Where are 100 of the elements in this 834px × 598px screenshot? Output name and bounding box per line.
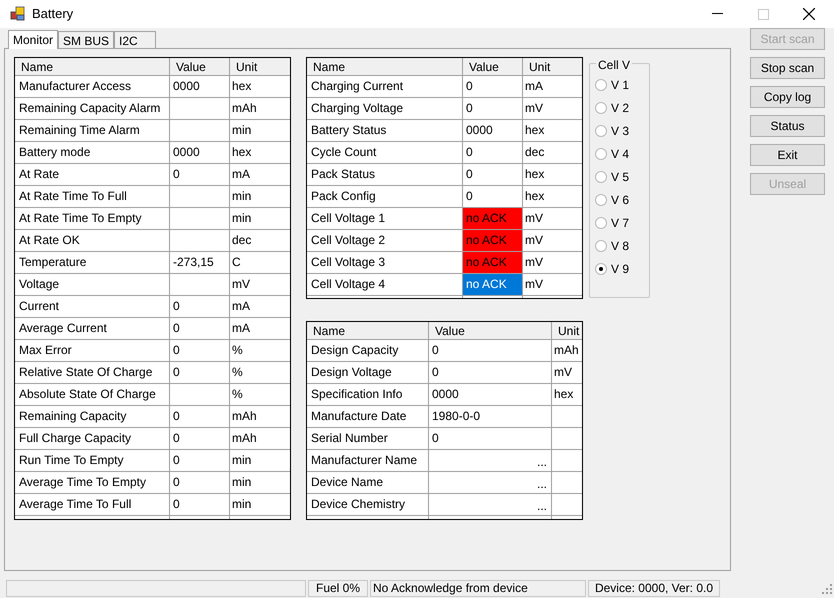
action-button[interactable]: Stop scan <box>750 57 825 79</box>
radio-option[interactable]: V 1 <box>595 78 649 92</box>
radio-option[interactable]: V 4 <box>595 147 649 161</box>
radio-button[interactable] <box>595 194 607 206</box>
unit-cell: % <box>232 365 243 379</box>
name-cell: At Rate Time To Full <box>19 189 127 203</box>
name-cell: Relative State Of Charge <box>19 365 152 379</box>
column-header: Value <box>169 58 229 76</box>
name-cell: Design Capacity <box>311 343 398 357</box>
unit-cell: mV <box>525 211 543 225</box>
more-button[interactable]: ... <box>536 472 551 496</box>
radio-option[interactable]: V 9 <box>595 262 649 276</box>
unit-cell: min <box>232 497 252 511</box>
unit-cell: mA <box>232 167 250 181</box>
unit-cell: mAh <box>554 343 579 357</box>
name-cell: At Rate OK <box>19 233 80 247</box>
status-field: No Acknowledge from device <box>370 580 586 597</box>
name-cell: Voltage <box>19 277 60 291</box>
unit-cell: C <box>232 255 241 269</box>
tab[interactable]: Monitor <box>8 30 58 49</box>
unit-cell: hex <box>525 167 544 181</box>
action-button[interactable]: Copy log <box>750 86 825 108</box>
name-cell: Cell Voltage 1 <box>311 211 386 225</box>
radio-button[interactable] <box>595 125 607 137</box>
name-cell: Cell Voltage 2 <box>311 233 386 247</box>
value-cell-text: 0 <box>172 320 181 337</box>
unit-cell: mAh <box>232 409 257 423</box>
name-cell: Remaining Capacity Alarm <box>19 101 160 115</box>
action-button[interactable]: Status <box>750 115 825 137</box>
unit-cell: min <box>232 453 252 467</box>
name-cell: Current <box>19 299 60 313</box>
value-cell-text: -273,15 <box>172 254 215 271</box>
status-field: Fuel 0% <box>308 580 368 597</box>
column-header: Name <box>20 59 54 76</box>
radio-button[interactable] <box>595 171 607 183</box>
unit-cell: mV <box>525 101 543 115</box>
value-cell-text: 0000 <box>172 144 201 161</box>
unit-cell: mV <box>554 365 572 379</box>
radio-button[interactable] <box>595 263 607 275</box>
value-cell-text: 0 <box>172 430 181 447</box>
radio-button[interactable] <box>595 217 607 229</box>
value-cell: no ACK <box>463 208 522 229</box>
name-cell: Cell Voltage 4 <box>311 277 386 291</box>
more-button[interactable]: ... <box>536 450 551 474</box>
action-button[interactable]: Exit <box>750 144 825 166</box>
name-cell: At Rate <box>19 167 60 181</box>
name-cell: Device Chemistry <box>311 497 406 511</box>
value-cell-text: 0 <box>465 188 474 205</box>
name-cell: Pack Config <box>311 189 376 203</box>
column-header: Unit <box>229 58 290 76</box>
radio-button[interactable] <box>595 148 607 160</box>
radio-button[interactable] <box>595 102 607 114</box>
unit-cell: min <box>232 211 252 225</box>
column-header: Name <box>312 323 346 340</box>
name-cell: Manufacturer Access <box>19 79 132 93</box>
radio-option[interactable]: V 7 <box>595 216 649 230</box>
name-cell: Specification Info <box>311 387 402 401</box>
unit-cell: mV <box>232 277 250 291</box>
radio-button[interactable] <box>595 240 607 252</box>
unit-cell: min <box>232 475 252 489</box>
radio-option[interactable]: V 5 <box>595 170 649 184</box>
radio-option[interactable]: V 8 <box>595 239 649 253</box>
unit-cell: dec <box>525 145 544 159</box>
value-cell-text: 0 <box>172 364 181 381</box>
radio-option[interactable]: V 6 <box>595 193 649 207</box>
name-cell: Manufacturer Name <box>311 453 418 467</box>
value-cell-text: 0 <box>431 342 440 359</box>
unit-cell: mAh <box>232 101 257 115</box>
value-cell-text: 0 <box>465 166 474 183</box>
name-cell: Absolute State Of Charge <box>19 387 156 401</box>
value-cell-text: 0 <box>172 408 181 425</box>
name-cell: Run Time To Empty <box>19 453 124 467</box>
unit-cell: mV <box>525 277 543 291</box>
name-cell: Cell Voltage 3 <box>311 255 386 269</box>
value-cell-text: 0 <box>431 364 440 381</box>
value-cell-text: 1980-0-0 <box>431 408 482 425</box>
column-header: Unit <box>551 322 582 340</box>
name-cell: Device Name <box>311 475 384 489</box>
name-cell: Manufacture Date <box>311 409 406 423</box>
tab[interactable]: I2C <box>114 31 156 48</box>
name-cell: At Rate Time To Empty <box>19 211 142 225</box>
value-cell-text: 0 <box>431 430 440 447</box>
unit-cell: mA <box>232 321 250 335</box>
window-title: Battery <box>32 5 74 24</box>
value-cell-text: 0 <box>172 496 181 513</box>
tab[interactable]: SM BUS <box>58 31 114 48</box>
more-button[interactable]: ... <box>536 494 551 518</box>
radio-button[interactable] <box>595 79 607 91</box>
column-header: Value <box>462 58 522 76</box>
radio-option[interactable]: V 3 <box>595 124 649 138</box>
column-header: Value <box>428 322 551 340</box>
app-icon <box>10 6 26 22</box>
column-header: Unit <box>522 58 582 76</box>
unit-cell: hex <box>554 387 574 401</box>
value-cell-text: 0 <box>172 166 181 183</box>
radio-option[interactable]: V 2 <box>595 101 649 115</box>
value-cell-text: 0 <box>172 474 181 491</box>
name-cell: Charging Voltage <box>311 101 404 115</box>
value-cell: no ACK <box>463 252 522 273</box>
value-cell-text: 0000 <box>465 122 494 139</box>
